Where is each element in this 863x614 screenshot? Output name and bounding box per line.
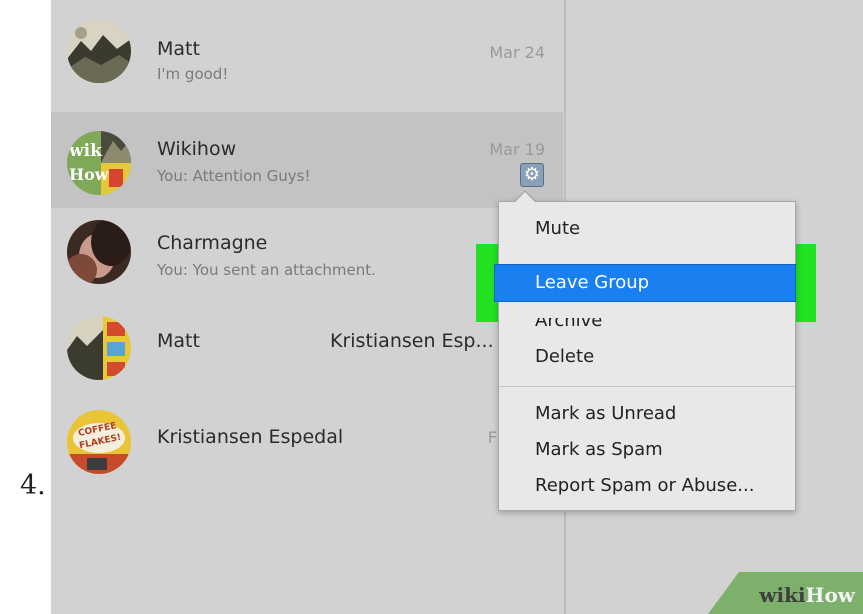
conversation-snippet: I'm good! [157,65,229,83]
conversation-item-matt[interactable]: Matt I'm good! Mar 24 [51,0,563,96]
watermark-wiki: wiki [759,583,806,607]
avatar: wik How [67,131,131,195]
conversation-name-secondary: Kristiansen Esp... [330,330,494,352]
conversation-item-kristiansen[interactable]: COFFEE FLAKES! Kristiansen Espedal F [51,396,563,492]
menu-item-mark-spam[interactable]: Mark as Spam [499,435,795,465]
step-number: 4. [20,470,46,501]
watermark-text: wikiHow [759,583,855,607]
menu-separator [499,386,795,387]
conversation-date: Mar 19 [489,140,545,159]
conversation-date: F [487,428,497,447]
conversation-name: Wikihow [157,138,237,160]
messages-panel: Matt I'm good! Mar 24 wik How Wikihow Yo… [51,0,863,614]
gear-icon[interactable]: ⚙ [520,163,544,187]
avatar [67,19,131,83]
conversation-snippet: You: Attention Guys! [157,167,311,185]
avatar: COFFEE FLAKES! [67,410,131,474]
menu-item-report-spam[interactable]: Report Spam or Abuse... [499,471,795,501]
watermark-how: How [805,583,855,607]
conversation-snippet: You: You sent an attachment. [157,261,376,279]
conversation-name: Kristiansen Espedal [157,426,344,448]
menu-item-leave-group[interactable]: Leave Group [494,264,796,302]
conversation-item-wikihow[interactable]: wik How Wikihow You: Attention Guys! Mar… [51,112,563,208]
menu-item-archive[interactable]: Archive [499,318,795,336]
conversation-name: Charmagne [157,232,268,254]
menu-item-delete[interactable]: Delete [499,342,795,372]
avatar-text: How [69,165,109,184]
avatar [67,220,131,284]
avatar-text: wik [69,141,102,161]
conversation-date: Mar 24 [489,43,545,62]
menu-item-mute[interactable]: Mute [499,214,795,244]
menu-item-mark-unread[interactable]: Mark as Unread [499,399,795,429]
menu-caret-inner [515,192,535,202]
avatar [67,316,131,380]
context-menu: Mute Archive Delete Mark as Unread Mark … [498,201,796,511]
conversation-name: Matt [157,38,200,60]
conversation-name: Matt [157,330,200,352]
